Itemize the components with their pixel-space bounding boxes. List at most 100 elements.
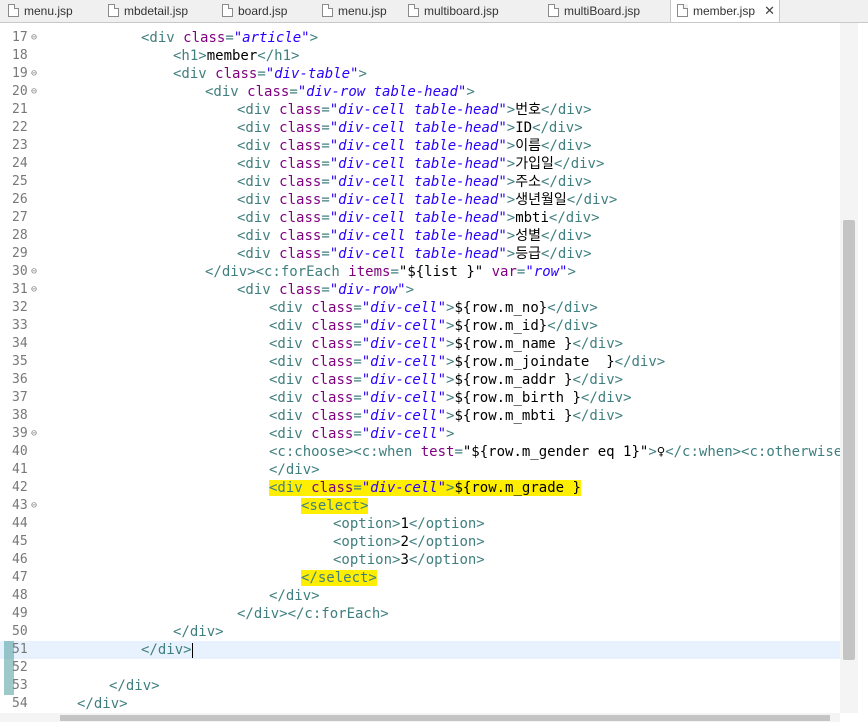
code-line[interactable]: 40 <c:choose><c:when test="${row.m_gender…	[0, 443, 840, 461]
code-token: </div>	[540, 228, 592, 244]
code-editor[interactable]: 17 ⊖ <div class="article"> 18 <h1>member</h1…	[0, 23, 840, 713]
code-segments: <div class="div-row">	[237, 282, 414, 298]
code-line[interactable]: 42 <div class="div-cell">${row.m_grade }	[0, 479, 840, 497]
code-token: <div	[269, 354, 312, 370]
code-line[interactable]: 43 ⊖ <select>	[0, 497, 840, 515]
fold-collapse-icon[interactable]: ⊖	[31, 29, 37, 47]
code-token: <c:choose><c:when	[269, 444, 421, 460]
code-token: <div	[237, 228, 280, 244]
code-line[interactable]: 25 <div class="div-cell table-head">주소</d…	[0, 173, 840, 191]
code-token: "div-cell table-head"	[329, 246, 507, 262]
code-line[interactable]: 18 <h1>member</h1>	[0, 47, 840, 65]
code-line[interactable]: 33 <div class="div-cell">${row.m_id}</div…	[0, 317, 840, 335]
code-text: <div class="div-cell table-head">mbti</d…	[237, 209, 600, 227]
code-token: =	[353, 390, 362, 406]
code-token: ${row.m_birth }	[454, 390, 581, 406]
line-number: 36	[12, 372, 28, 387]
fold-collapse-icon[interactable]: ⊖	[31, 83, 37, 101]
code-token: =	[353, 408, 362, 424]
code-line[interactable]: 45 <option>2</option>	[0, 533, 840, 551]
code-token: <div	[237, 102, 280, 118]
code-segments: <div class="div-cell">${row.m_id}</div>	[269, 318, 598, 334]
fold-collapse-icon[interactable]: ⊖	[31, 497, 37, 515]
vertical-scrollbar[interactable]	[840, 23, 858, 713]
code-line[interactable]: 34 <div class="div-cell">${row.m_name }</…	[0, 335, 840, 353]
code-line[interactable]: 38 <div class="div-cell">${row.m_mbti }</…	[0, 407, 840, 425]
code-token: items	[348, 264, 391, 280]
code-token: </select>	[301, 570, 377, 586]
code-line[interactable]: 35 <div class="div-cell">${row.m_joindate…	[0, 353, 840, 371]
code-token: class	[247, 84, 290, 100]
fold-collapse-icon[interactable]: ⊖	[31, 281, 37, 299]
code-line[interactable]: 41 </div>	[0, 461, 840, 479]
code-line[interactable]: 32 <div class="div-cell">${row.m_no}</div…	[0, 299, 840, 317]
code-token: </div>	[566, 192, 618, 208]
code-segments: <c:choose><c:when test="${row.m_gender e…	[269, 444, 840, 460]
code-line[interactable]: 29 <div class="div-cell table-head">등급</d…	[0, 245, 840, 263]
code-line[interactable]: 47 </select>	[0, 569, 840, 587]
code-segments: <div class="div-cell table-head">ID</div…	[237, 120, 583, 136]
code-line[interactable]: 31 ⊖ <div class="div-row">	[0, 281, 840, 299]
tab-label: mbdetail.jsp	[124, 4, 189, 18]
code-token: "div-cell table-head"	[329, 192, 507, 208]
code-line[interactable]: 51 </div>	[0, 641, 840, 659]
code-line[interactable]: 24 <div class="div-cell table-head">가입일</…	[0, 155, 840, 173]
code-token: >	[466, 84, 475, 100]
code-token: "div-cell table-head"	[329, 228, 507, 244]
code-token: =	[353, 480, 362, 496]
code-line[interactable]: 28 <div class="div-cell table-head">성별</d…	[0, 227, 840, 245]
code-token: ${row.m_grade }	[454, 480, 581, 496]
code-segments: <div class="div-cell">${row.m_joindate }…	[269, 354, 665, 370]
code-segments: </div>	[269, 588, 320, 604]
code-line[interactable]: 52	[0, 659, 840, 677]
code-token: =	[353, 318, 362, 334]
code-line[interactable]: 39 ⊖ <div class="div-cell">	[0, 425, 840, 443]
code-line[interactable]: 21 <div class="div-cell table-head">번호</d…	[0, 101, 840, 119]
code-line[interactable]: 17 ⊖ <div class="article">	[0, 29, 840, 47]
code-line[interactable]: 36 <div class="div-cell">${row.m_addr }</…	[0, 371, 840, 389]
code-line[interactable]: 50 </div>	[0, 623, 840, 641]
code-token: <select>	[301, 498, 369, 514]
code-line[interactable]: 49 </div></c:forEach>	[0, 605, 840, 623]
code-line[interactable]: 30 ⊖ </div><c:forEach items="${list }" var…	[0, 263, 840, 281]
line-number: 40	[12, 444, 28, 459]
code-text: <div class="div-cell">${row.m_mbti }</di…	[269, 407, 623, 425]
close-tab-icon[interactable]: ✕	[764, 0, 775, 22]
code-token: class	[279, 228, 322, 244]
fold-collapse-icon[interactable]: ⊖	[31, 425, 37, 443]
code-line[interactable]: 26 <div class="div-cell table-head">생년월일<…	[0, 191, 840, 209]
code-token: </h1>	[257, 48, 300, 64]
code-token: =	[321, 138, 330, 154]
code-token: =	[353, 354, 362, 370]
jsp-file-icon	[408, 4, 419, 17]
code-token: 등급	[515, 246, 541, 262]
code-line[interactable]: 37 <div class="div-cell">${row.m_birth }<…	[0, 389, 840, 407]
code-token: </div>	[572, 372, 624, 388]
code-line[interactable]: 44 <option>1</option>	[0, 515, 840, 533]
tab-member-jsp[interactable]: member.jsp ✕	[670, 0, 780, 22]
code-line[interactable]: 46 <option>3</option>	[0, 551, 840, 569]
code-token: <div	[141, 30, 184, 46]
code-line[interactable]: 20 ⊖ <div class="div-row table-head">	[0, 83, 840, 101]
code-line[interactable]: 19 ⊖ <div class="div-table">	[0, 65, 840, 83]
code-text: </div>	[269, 587, 320, 605]
code-line[interactable]: 23 <div class="div-cell table-head">이름</d…	[0, 137, 840, 155]
code-token: "${row.m_gender eq 1}"	[462, 444, 649, 460]
fold-collapse-icon[interactable]: ⊖	[31, 263, 37, 281]
code-line[interactable]: 54 </div>	[0, 695, 840, 713]
highlighted-code: </select>	[301, 570, 377, 586]
code-line[interactable]: 53 </div>	[0, 677, 840, 695]
code-token: >	[506, 120, 516, 136]
code-line[interactable]: 27 <div class="div-cell table-head">mbti<…	[0, 209, 840, 227]
code-token: =	[321, 282, 330, 298]
tab-label: multiboard.jsp	[424, 4, 499, 18]
code-line[interactable]: 48 </div>	[0, 587, 840, 605]
code-line[interactable]: 22 <div class="div-cell table-head">ID</d…	[0, 119, 840, 137]
horizontal-scroll-thumb[interactable]	[60, 715, 830, 721]
horizontal-scrollbar[interactable]	[0, 713, 840, 722]
code-segments: <option>2</option>	[333, 534, 485, 550]
fold-collapse-icon[interactable]: ⊖	[31, 65, 37, 83]
line-number: 21	[12, 102, 28, 117]
code-text: <c:choose><c:when test="${row.m_gender e…	[269, 443, 840, 461]
vertical-scroll-thumb[interactable]	[843, 220, 855, 660]
